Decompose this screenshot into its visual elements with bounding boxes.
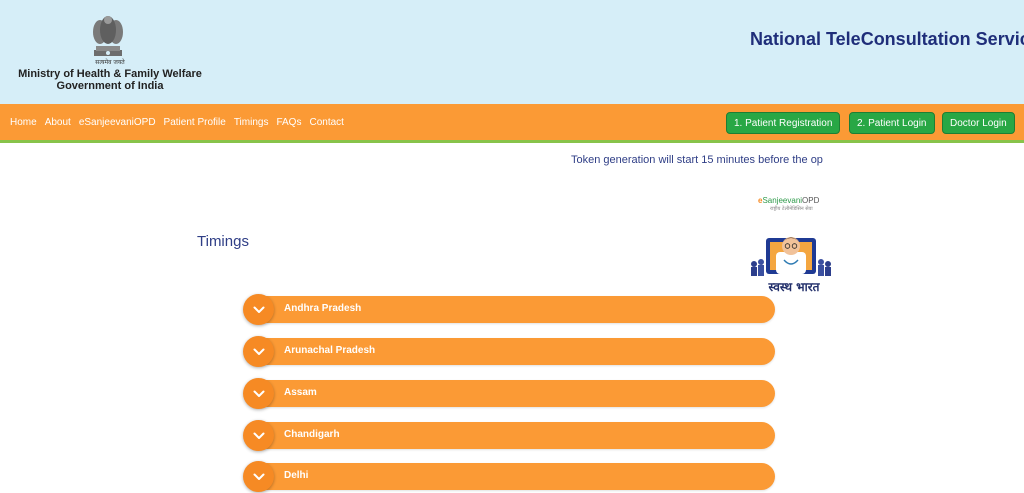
nav-link-about[interactable]: About <box>45 117 71 128</box>
accordion-label: Arunachal Pradesh <box>284 345 376 356</box>
accordion-item-chandigarh[interactable]: Chandigarh <box>243 420 775 451</box>
nav-links: Home About eSanjeevaniOPD Patient Profil… <box>10 104 344 140</box>
accordion-label: Assam <box>284 387 317 398</box>
ministry-line-2: Government of India <box>56 80 164 92</box>
ministry-name: Ministry of Health & Family Welfare Gove… <box>0 68 220 92</box>
doctor-illustration-icon <box>751 237 831 276</box>
chevron-down-icon[interactable] <box>243 294 274 325</box>
emblem-motto: सत्यमेव जयते <box>95 59 125 66</box>
brand-name: eSanjeevaniOPD <box>758 196 819 205</box>
accordion-item-assam[interactable]: Assam <box>243 378 775 409</box>
national-emblem-icon <box>93 16 123 56</box>
swasth-bharat-text: स्वस्थ भारत <box>768 280 820 294</box>
chevron-down-icon[interactable] <box>243 420 274 451</box>
nav-link-timings[interactable]: Timings <box>234 117 269 128</box>
nav-link-esanjeevani-opd[interactable]: eSanjeevaniOPD <box>79 117 156 128</box>
accordion-label: Delhi <box>284 470 309 481</box>
nav-link-faqs[interactable]: FAQs <box>276 117 301 128</box>
accordion-label: Andhra Pradesh <box>284 303 362 314</box>
nav-link-contact[interactable]: Contact <box>309 117 343 128</box>
main-navbar: Home About eSanjeevaniOPD Patient Profil… <box>0 104 1024 143</box>
nav-link-home[interactable]: Home <box>10 117 37 128</box>
service-title: National TeleConsultation Service <box>750 29 1024 49</box>
doctor-login-button[interactable]: Doctor Login <box>942 112 1015 134</box>
timings-title: Timings <box>197 233 249 250</box>
accordion-item-arunachal-pradesh[interactable]: Arunachal Pradesh <box>243 336 775 367</box>
patient-login-button[interactable]: 2. Patient Login <box>849 112 935 134</box>
chevron-down-icon[interactable] <box>243 378 274 409</box>
brand-name-green: Sanjeevani <box>762 196 803 205</box>
brand-tagline: राष्ट्रीय टेलीमेडिसिन सेवा <box>770 206 813 212</box>
brand-name-suffix: OPD <box>802 196 820 205</box>
notice-marquee: Token generation will start 15 minutes b… <box>440 150 830 170</box>
chevron-down-icon[interactable] <box>243 461 274 492</box>
notice-marquee-text: Token generation will start 15 minutes b… <box>571 154 823 166</box>
accordion-item-delhi[interactable]: Delhi <box>243 461 775 492</box>
chevron-down-icon[interactable] <box>243 336 274 367</box>
patient-registration-button[interactable]: 1. Patient Registration <box>726 112 841 134</box>
esanjeevani-logo: eSanjeevaniOPD राष्ट्रीय टेलीमेडिसिन सेव… <box>748 196 834 296</box>
accordion-label: Chandigarh <box>284 429 340 440</box>
nav-link-patient-profile[interactable]: Patient Profile <box>164 117 226 128</box>
ministry-line-1: Ministry of Health & Family Welfare <box>18 68 202 80</box>
accordion-item-andhra-pradesh[interactable]: Andhra Pradesh <box>243 294 775 325</box>
site-header: सत्यमेव जयते Ministry of Health & Family… <box>0 0 1024 104</box>
